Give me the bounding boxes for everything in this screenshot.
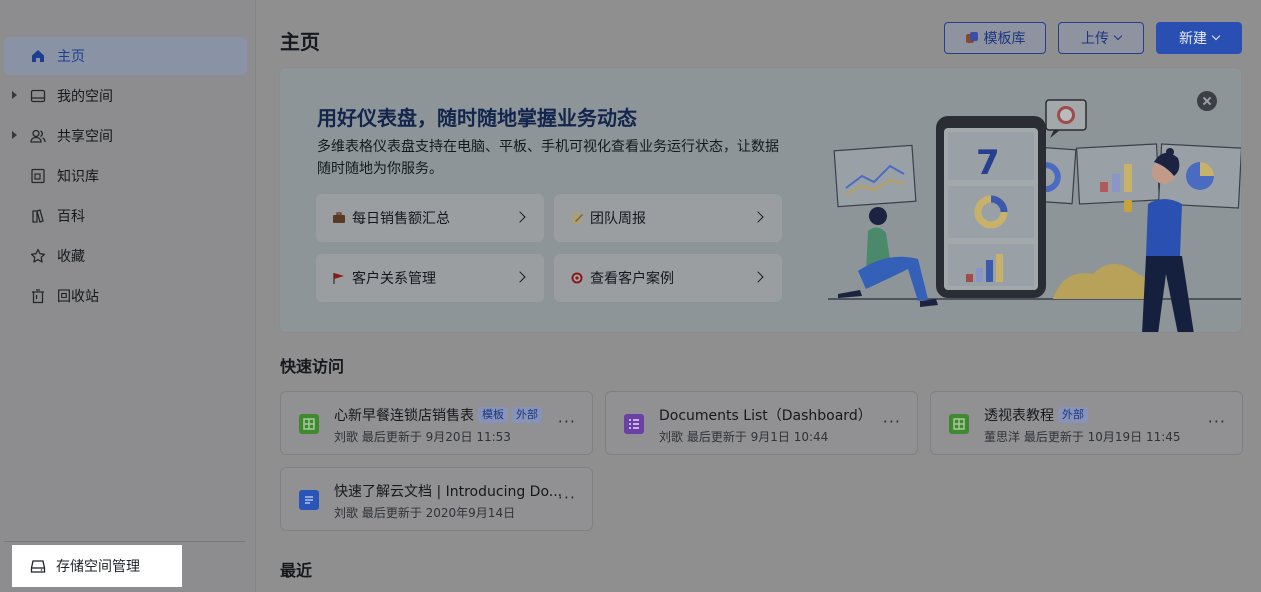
close-banner-button[interactable] [1197,91,1217,111]
page-title: 主页 [280,30,320,54]
storage-management-button[interactable]: 存储空间管理 [12,545,182,587]
briefcase-icon [333,212,345,223]
upload-label: 上传 [1081,31,1109,47]
sidebar-item-trash[interactable]: 回收站 [4,277,247,315]
folder-icon [30,88,46,104]
sidebar-item-label: 回收站 [57,289,99,305]
home-icon [30,48,46,64]
book-icon [30,168,46,184]
doc-meta: 刘歌 最后更新于 9月1日 10:44 [659,430,829,444]
chevron-right-icon [752,271,764,283]
sidebar-item-label: 共享空间 [57,129,113,145]
dashboard-illustration: 7 [828,99,1241,332]
promo-banner: 用好仪表盘，随时随地掌握业务动态 多维表格仪表盘支持在电脑、平板、手机可视化查看… [279,67,1242,333]
flag-icon [333,273,344,284]
doc-meta: 董思洋 最后更新于 10月19日 11:45 [984,430,1181,444]
new-label: 新建 [1179,31,1207,47]
more-options-icon[interactable]: ··· [883,412,901,431]
expand-caret-icon[interactable] [12,91,17,99]
users-icon [30,128,46,144]
quick-access-item[interactable]: 心新早餐连锁店销售表 模板 外部 刘歌 最后更新于 9月20日 11:53 ··… [280,391,593,455]
tag-template: 模板 [478,407,508,423]
template-library-button[interactable]: 模板库 [944,22,1046,54]
doc-title: 快速了解云文档 | Introducing Do... [334,484,563,500]
doc-name: 透视表教程 外部 [984,405,1088,425]
sidebar-item-knowledge-base[interactable]: 知识库 [4,157,247,195]
doc-title: 透视表教程 [984,408,1054,424]
quick-access-item[interactable]: 透视表教程 外部 董思洋 最后更新于 10月19日 11:45 ··· [930,391,1243,455]
encyclopedia-icon [30,208,46,224]
memo-icon [572,213,583,224]
banner-description: 多维表格仪表盘支持在电脑、平板、手机可视化查看业务运行状态，让数据随时随地为你服… [317,139,779,177]
more-options-icon[interactable]: ··· [558,488,576,507]
card-crm[interactable]: 客户关系管理 [316,254,544,302]
doc-name: 心新早餐连锁店销售表 模板 外部 [334,405,542,425]
chevron-right-icon [514,211,526,223]
card-customer-cases[interactable]: 查看客户案例 [554,254,782,302]
card-daily-sales[interactable]: 每日销售额汇总 [316,194,544,242]
trash-icon [30,288,46,304]
sidebar-item-favorites[interactable]: 收藏 [4,237,247,275]
sidebar-item-home[interactable]: 主页 [4,37,247,75]
card-label: 团队周报 [590,211,646,227]
upload-button[interactable]: 上传 [1058,22,1144,54]
new-button[interactable]: 新建 [1156,22,1242,54]
chevron-right-icon [514,271,526,283]
doc-name: 快速了解云文档 | Introducing Do... [334,481,562,501]
sidebar-item-my-space[interactable]: 我的空间 [4,77,247,115]
chevron-down-icon [1211,31,1221,41]
recent-title: 最近 [280,561,313,580]
template-icon [965,32,978,43]
banner-title: 用好仪表盘，随时随地掌握业务动态 [317,106,637,130]
sidebar-item-shared-space[interactable]: 共享空间 [4,117,247,155]
doc-name: Documents List（Dashboard） [659,405,872,425]
doc-meta: 刘歌 最后更新于 2020年9月14日 [334,506,516,520]
sidebar-divider [4,541,245,542]
sidebar-item-label: 知识库 [57,169,99,185]
sheet-icon [949,414,969,434]
tag-external: 外部 [1058,407,1088,423]
quick-access-item[interactable]: Documents List（Dashboard） 刘歌 最后更新于 9月1日 … [605,391,918,455]
chevron-right-icon [752,211,764,223]
expand-caret-icon[interactable] [12,131,17,139]
base-icon [624,414,644,434]
doc-title: 心新早餐连锁店销售表 [334,408,474,424]
sidebar-item-label: 我的空间 [57,89,113,105]
doc-icon [299,490,319,510]
star-icon [30,248,46,264]
target-icon [571,272,583,284]
quick-access-item[interactable]: 快速了解云文档 | Introducing Do... 刘歌 最后更新于 202… [280,467,593,531]
doc-title: Documents List（Dashboard） [659,408,872,424]
template-label: 模板库 [983,31,1026,47]
more-options-icon[interactable]: ··· [1208,412,1226,431]
card-label: 每日销售额汇总 [352,211,450,227]
doc-meta: 刘歌 最后更新于 9月20日 11:53 [334,430,511,444]
more-options-icon[interactable]: ··· [558,412,576,431]
sidebar-nav: 主页 我的空间 共享空间 知识库 百科 收藏 回收站 [4,37,247,317]
quick-access-title: 快速访问 [280,357,345,376]
sidebar-item-label: 百科 [57,209,85,225]
sidebar: 主页 我的空间 共享空间 知识库 百科 收藏 回收站 存储空间管理 [0,0,256,592]
tag-external: 外部 [512,407,542,423]
sidebar-item-label: 收藏 [57,249,85,265]
card-team-weekly[interactable]: 团队周报 [554,194,782,242]
storage-label: 存储空间管理 [56,559,140,575]
card-label: 客户关系管理 [352,271,436,287]
card-label: 查看客户案例 [590,271,674,287]
sheet-icon [299,414,319,434]
phone-number-text: 7 [976,143,1000,183]
sidebar-item-wiki[interactable]: 百科 [4,197,247,235]
storage-icon [30,558,46,574]
chevron-down-icon [1113,31,1123,41]
sidebar-item-label: 主页 [57,49,85,65]
